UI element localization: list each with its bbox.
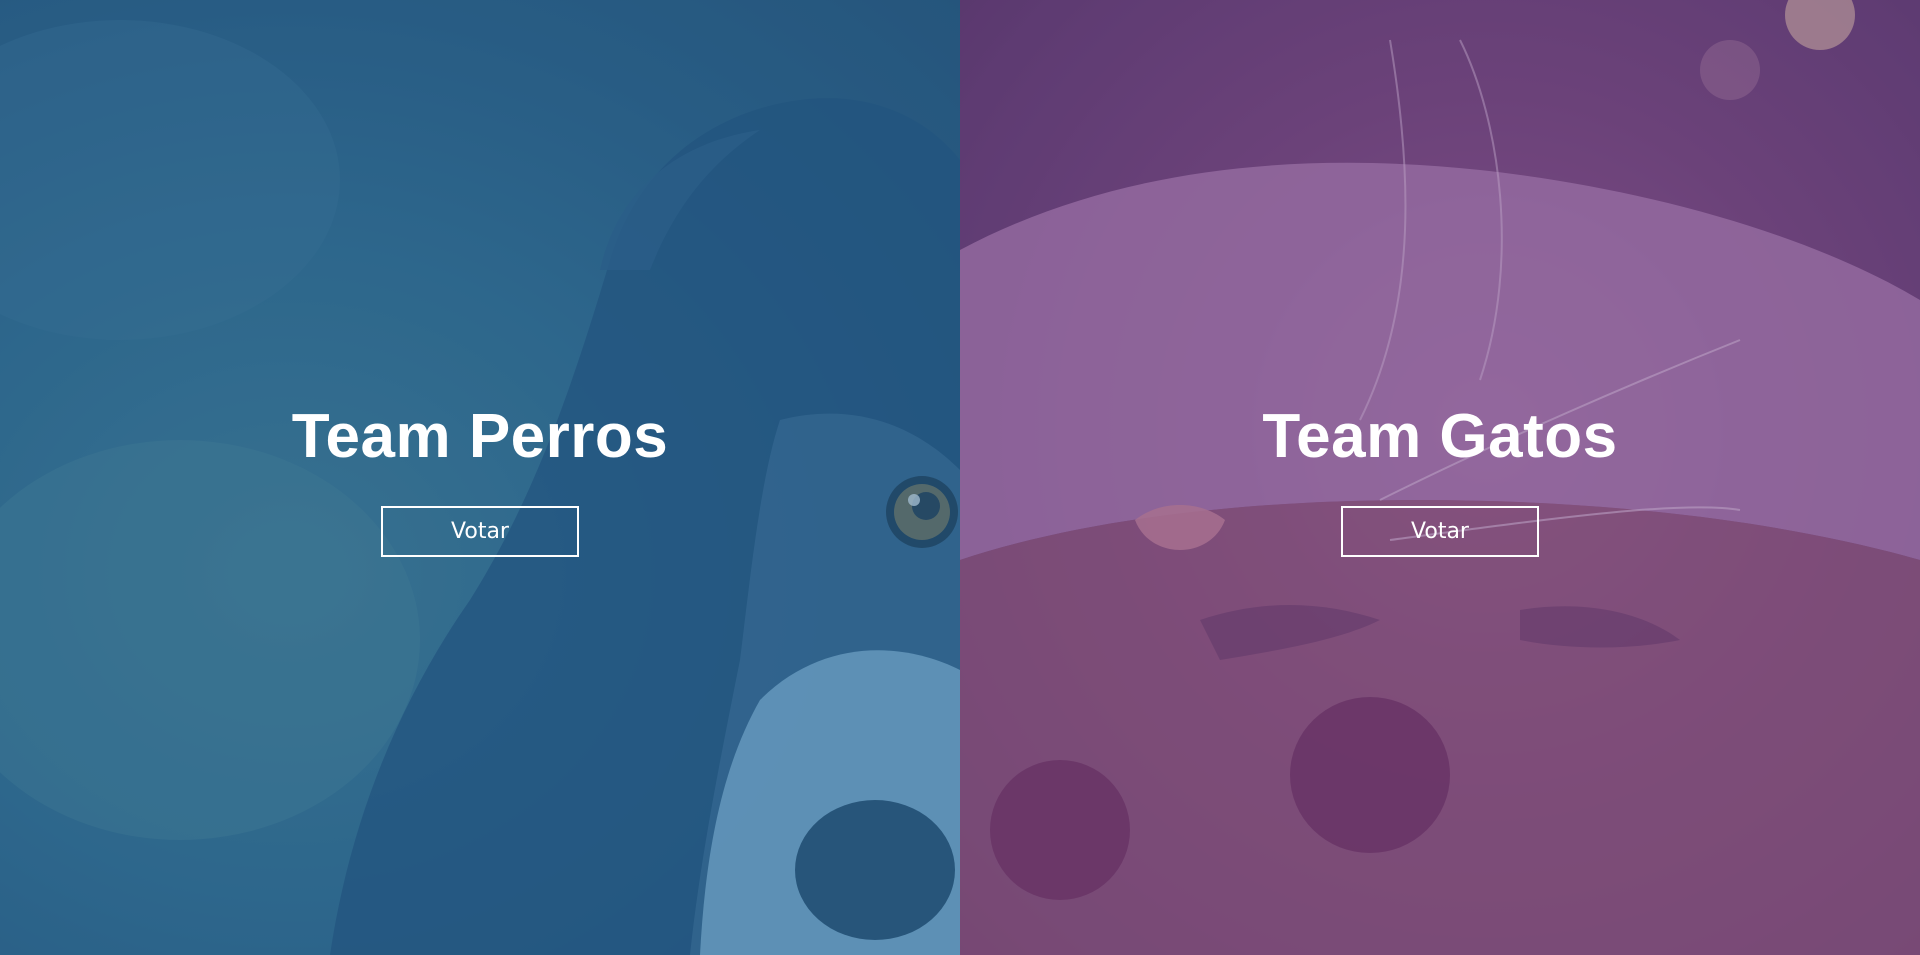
team-split-layout: Team Perros Votar Team Gatos Votar xyxy=(0,0,1920,955)
team-cats-content: Team Gatos Votar xyxy=(960,402,1920,557)
team-cats-title: Team Gatos xyxy=(1262,402,1618,471)
team-dogs-panel: Team Perros Votar xyxy=(0,0,960,955)
vote-dogs-button[interactable]: Votar xyxy=(381,506,579,557)
vote-cats-button[interactable]: Votar xyxy=(1341,506,1539,557)
team-cats-panel: Team Gatos Votar xyxy=(960,0,1920,955)
team-dogs-title: Team Perros xyxy=(291,402,669,471)
team-dogs-content: Team Perros Votar xyxy=(0,402,960,557)
